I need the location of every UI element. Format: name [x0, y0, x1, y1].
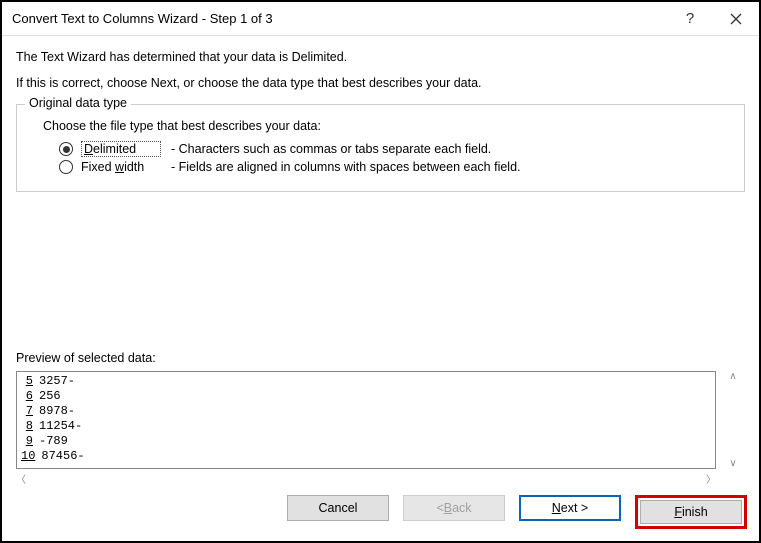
- radio-fixed-width-desc: - Fields are aligned in columns with spa…: [171, 160, 521, 174]
- original-data-type-group: Original data type Choose the file type …: [16, 104, 745, 192]
- group-legend: Original data type: [25, 96, 131, 110]
- radio-delimited-label: Delimited: [81, 141, 161, 157]
- preview-row: 6 256: [21, 389, 711, 404]
- scroll-down-icon: ∨: [729, 458, 736, 469]
- radio-delimited-desc: - Characters such as commas or tabs sepa…: [171, 142, 491, 156]
- radio-fixed-width-input[interactable]: [59, 160, 73, 174]
- spacer: [16, 204, 745, 351]
- preview-row: 7 8978-: [21, 404, 711, 419]
- help-button[interactable]: ?: [667, 2, 713, 36]
- finish-button[interactable]: Finish: [640, 500, 742, 524]
- scroll-left-icon: 〈: [16, 471, 26, 486]
- preview-row: 5 3257-: [21, 374, 711, 389]
- radio-delimited[interactable]: Delimited - Characters such as commas or…: [59, 141, 732, 157]
- wizard-dialog: Convert Text to Columns Wizard - Step 1 …: [0, 0, 761, 543]
- preview-row: 10 87456-: [21, 449, 711, 464]
- button-row: Cancel < Back Next > Finish: [2, 485, 759, 541]
- preview-row: 9 -789: [21, 434, 711, 449]
- choose-text: Choose the file type that best describes…: [43, 119, 732, 133]
- cancel-button[interactable]: Cancel: [287, 495, 389, 521]
- intro-text-1: The Text Wizard has determined that your…: [16, 50, 745, 64]
- radio-fixed-width[interactable]: Fixed width - Fields are aligned in colu…: [59, 160, 732, 174]
- preview-scroll-vertical[interactable]: ∧ ∨: [726, 371, 740, 469]
- intro-text-2: If this is correct, choose Next, or choo…: [16, 76, 745, 90]
- preview-area: 5 3257- 6 256 7 8978- 8 11254- 9 -789 10…: [16, 371, 745, 479]
- back-button: < Back: [403, 495, 505, 521]
- close-icon: [730, 13, 742, 25]
- close-button[interactable]: [713, 2, 759, 36]
- next-button[interactable]: Next >: [519, 495, 621, 521]
- titlebar: Convert Text to Columns Wizard - Step 1 …: [2, 2, 759, 36]
- preview-label: Preview of selected data:: [16, 351, 745, 365]
- scroll-right-icon: 〉: [706, 471, 716, 486]
- preview-row: 8 11254-: [21, 419, 711, 434]
- dialog-title: Convert Text to Columns Wizard - Step 1 …: [12, 11, 667, 26]
- radio-fixed-width-label: Fixed width: [81, 160, 161, 174]
- preview-box: 5 3257- 6 256 7 8978- 8 11254- 9 -789 10…: [16, 371, 716, 469]
- scroll-up-icon: ∧: [729, 371, 736, 382]
- preview-scroll-horizontal[interactable]: 〈 〉: [16, 471, 716, 485]
- radio-delimited-input[interactable]: [59, 142, 73, 156]
- finish-button-highlight: Finish: [635, 495, 747, 529]
- dialog-content: The Text Wizard has determined that your…: [2, 36, 759, 485]
